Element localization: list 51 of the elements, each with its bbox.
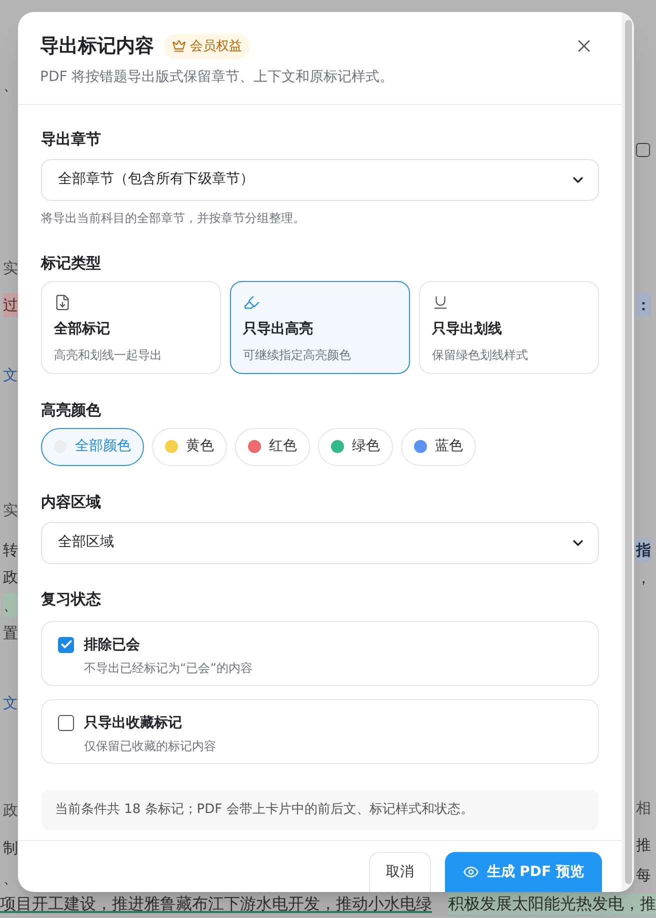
- area-select[interactable]: 全部区域: [41, 522, 599, 564]
- text-fragment: 置: [3, 623, 18, 644]
- hint-text: 将导出当前科目的全部章节，并按章节分组整理。: [41, 210, 306, 226]
- text-fragment: 制: [3, 838, 18, 859]
- option-description: 不导出已经标记为“已会”的内容: [84, 660, 252, 676]
- color-chip[interactable]: 黄色: [152, 428, 227, 466]
- checkbox[interactable]: [58, 636, 74, 652]
- file-download-icon: [54, 294, 71, 310]
- checkbox[interactable]: [58, 714, 74, 730]
- text-fragment: 推: [636, 835, 651, 856]
- text-fragment: 转: [3, 540, 18, 561]
- text-fragment: 实: [3, 500, 18, 521]
- text-fragment: 、: [3, 868, 18, 889]
- member-badge: 会员权益: [164, 34, 250, 59]
- option-description: 仅保留已收藏的标记内容: [84, 738, 216, 754]
- color-chip[interactable]: 红色: [235, 428, 310, 466]
- color-chip[interactable]: 蓝色: [401, 428, 476, 466]
- text-fragment: 实: [3, 258, 18, 279]
- dialog-title: 导出标记内容: [40, 34, 154, 59]
- text-fragment: 、: [3, 593, 18, 617]
- dialog-subtitle: PDF 将按错题导出版式保留章节、上下文和原标记样式。: [40, 68, 395, 86]
- text-fragment: 项目开工建设，推进雅鲁藏布江下游水电开发，推动小水电绿: [0, 893, 432, 915]
- option-title: 只导出收藏标记: [84, 714, 183, 732]
- cancel-button[interactable]: 取消: [368, 852, 431, 892]
- option-title: 排除已会: [84, 636, 141, 654]
- color-chip[interactable]: 绿色: [318, 428, 393, 466]
- text-fragment: ：: [636, 293, 651, 317]
- section-label: 标记类型: [41, 252, 102, 272]
- text-fragment: 每: [636, 865, 651, 886]
- underline-icon: [432, 294, 449, 310]
- section-label: 复习状态: [41, 588, 102, 608]
- text-fragment: 积极发展太阳能光热发电，推: [448, 893, 656, 915]
- section-label: 内容区域: [41, 492, 102, 512]
- text-fragment: 政: [3, 567, 18, 588]
- summary-note: 当前条件共 18 条标记；PDF 会带上卡片中的前后文、标记样式和状态。: [41, 790, 599, 830]
- text-fragment: 过: [3, 293, 18, 317]
- checkbox[interactable]: [636, 143, 650, 157]
- section-label: 导出章节: [41, 128, 102, 148]
- text-fragment: ，: [636, 568, 651, 589]
- text-fragment: 相: [636, 798, 651, 819]
- eye-icon: [462, 864, 479, 880]
- check-icon: [60, 638, 72, 651]
- text-fragment: 政: [3, 800, 18, 821]
- mark-type-card[interactable]: 只导出划线 保留绿色划线样式: [419, 280, 599, 374]
- chapter-select[interactable]: 全部章节（包含所有下级章节）: [41, 158, 599, 200]
- mark-type-card[interactable]: 只导出高亮 可继续指定高亮颜色: [230, 280, 410, 374]
- highlighter-icon: [243, 294, 260, 310]
- crown-icon: [172, 39, 186, 54]
- text-fragment: 、: [3, 75, 18, 96]
- section-label: 高亮颜色: [41, 400, 102, 420]
- mark-type-card[interactable]: 全部标记 高亮和划线一起导出: [41, 280, 221, 374]
